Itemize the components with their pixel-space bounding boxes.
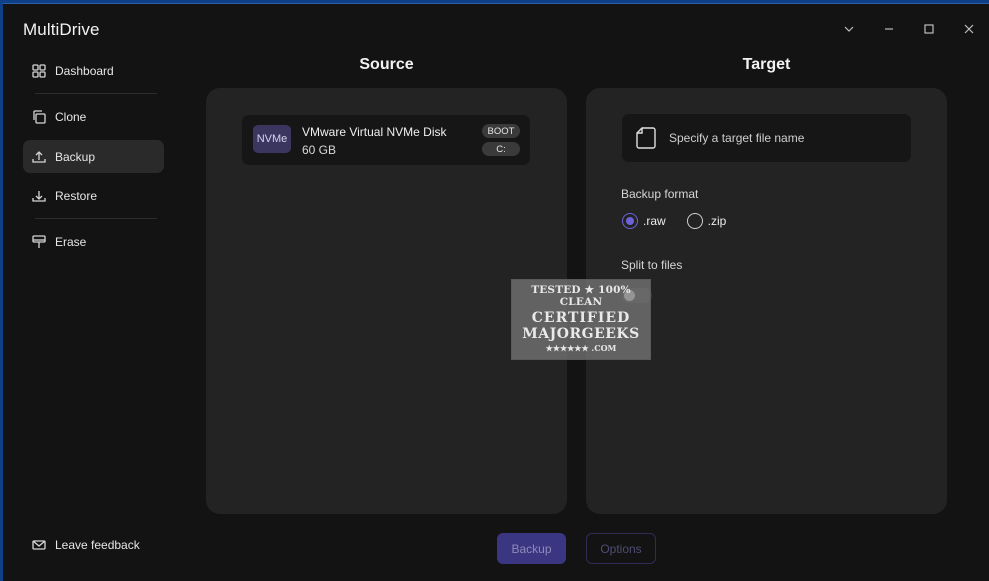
sidebar-divider	[35, 218, 157, 219]
radio-unchecked-icon	[686, 213, 703, 229]
app-window: MultiDrive Dashboard Clone Backup Restor…	[3, 3, 989, 581]
disk-type-badge: NVMe	[253, 125, 291, 153]
file-icon	[636, 127, 656, 149]
sidebar-item-clone[interactable]: Clone	[23, 100, 164, 133]
close-button[interactable]	[949, 14, 989, 44]
eraser-icon	[32, 234, 46, 248]
mail-icon	[32, 540, 46, 550]
window-controls	[829, 14, 989, 44]
minimize-icon	[885, 28, 893, 30]
sidebar-divider	[35, 93, 157, 94]
watermark-line: ★★★★★★ .COM	[545, 343, 617, 353]
radio-label: .zip	[707, 214, 727, 228]
watermark-line: CERTIFIED	[531, 310, 631, 326]
format-raw-radio[interactable]: .raw	[622, 213, 666, 229]
watermark-line: TESTED ★ 100% CLEAN	[531, 284, 631, 308]
source-disk-card[interactable]: NVMe VMware Virtual NVMe Disk 60 GB BOOT…	[242, 115, 530, 165]
chevron-down-icon	[844, 26, 854, 32]
backup-format-group: .raw .zip	[622, 213, 747, 229]
sidebar-item-label: Erase	[55, 234, 87, 249]
split-to-files-label: Split to files	[621, 258, 683, 272]
leave-feedback-link[interactable]: Leave feedback	[32, 538, 140, 552]
maximize-button[interactable]	[909, 14, 949, 44]
clone-icon	[33, 109, 46, 124]
sidebar-item-dashboard[interactable]: Dashboard	[23, 54, 164, 87]
minimize-button[interactable]	[869, 14, 909, 44]
sidebar-item-label: Clone	[55, 109, 87, 124]
collapse-button[interactable]	[829, 14, 869, 44]
upload-icon	[32, 150, 46, 163]
disk-name: VMware Virtual NVMe Disk	[302, 125, 447, 139]
radio-label: .raw	[643, 214, 666, 228]
disk-size: 60 GB	[302, 143, 337, 157]
boot-tag: BOOT	[482, 124, 520, 138]
majorgeeks-watermark: TESTED ★ 100% CLEAN CERTIFIED MAJORGEEKS…	[511, 279, 651, 360]
backup-format-label: Backup format	[621, 187, 699, 201]
target-title: Target	[742, 56, 791, 73]
backup-button[interactable]: Backup	[497, 533, 566, 564]
download-icon	[32, 190, 46, 202]
sidebar-item-backup[interactable]: Backup	[23, 140, 164, 173]
sidebar-item-erase[interactable]: Erase	[23, 225, 164, 258]
sidebar-item-label: Dashboard	[55, 63, 114, 78]
target-file-input[interactable]	[669, 131, 889, 145]
app-title: MultiDrive	[23, 20, 100, 39]
watermark-line: MAJORGEEKS	[522, 326, 640, 342]
source-title: Source	[359, 56, 414, 73]
feedback-label: Leave feedback	[55, 538, 140, 552]
sidebar-item-restore[interactable]: Restore	[23, 179, 164, 212]
format-zip-radio[interactable]: .zip	[686, 213, 727, 229]
sidebar: Dashboard Clone Backup Restore Erase Lea…	[23, 54, 164, 574]
maximize-icon	[924, 24, 934, 34]
target-file-field[interactable]	[622, 114, 911, 162]
sidebar-item-label: Backup	[55, 149, 96, 164]
radio-checked-icon	[622, 213, 638, 229]
options-button[interactable]: Options	[586, 533, 656, 564]
sidebar-item-label: Restore	[55, 188, 98, 203]
close-icon	[964, 24, 974, 34]
dashboard-grid-icon	[32, 63, 46, 78]
drive-letter-tag: C:	[482, 142, 520, 156]
